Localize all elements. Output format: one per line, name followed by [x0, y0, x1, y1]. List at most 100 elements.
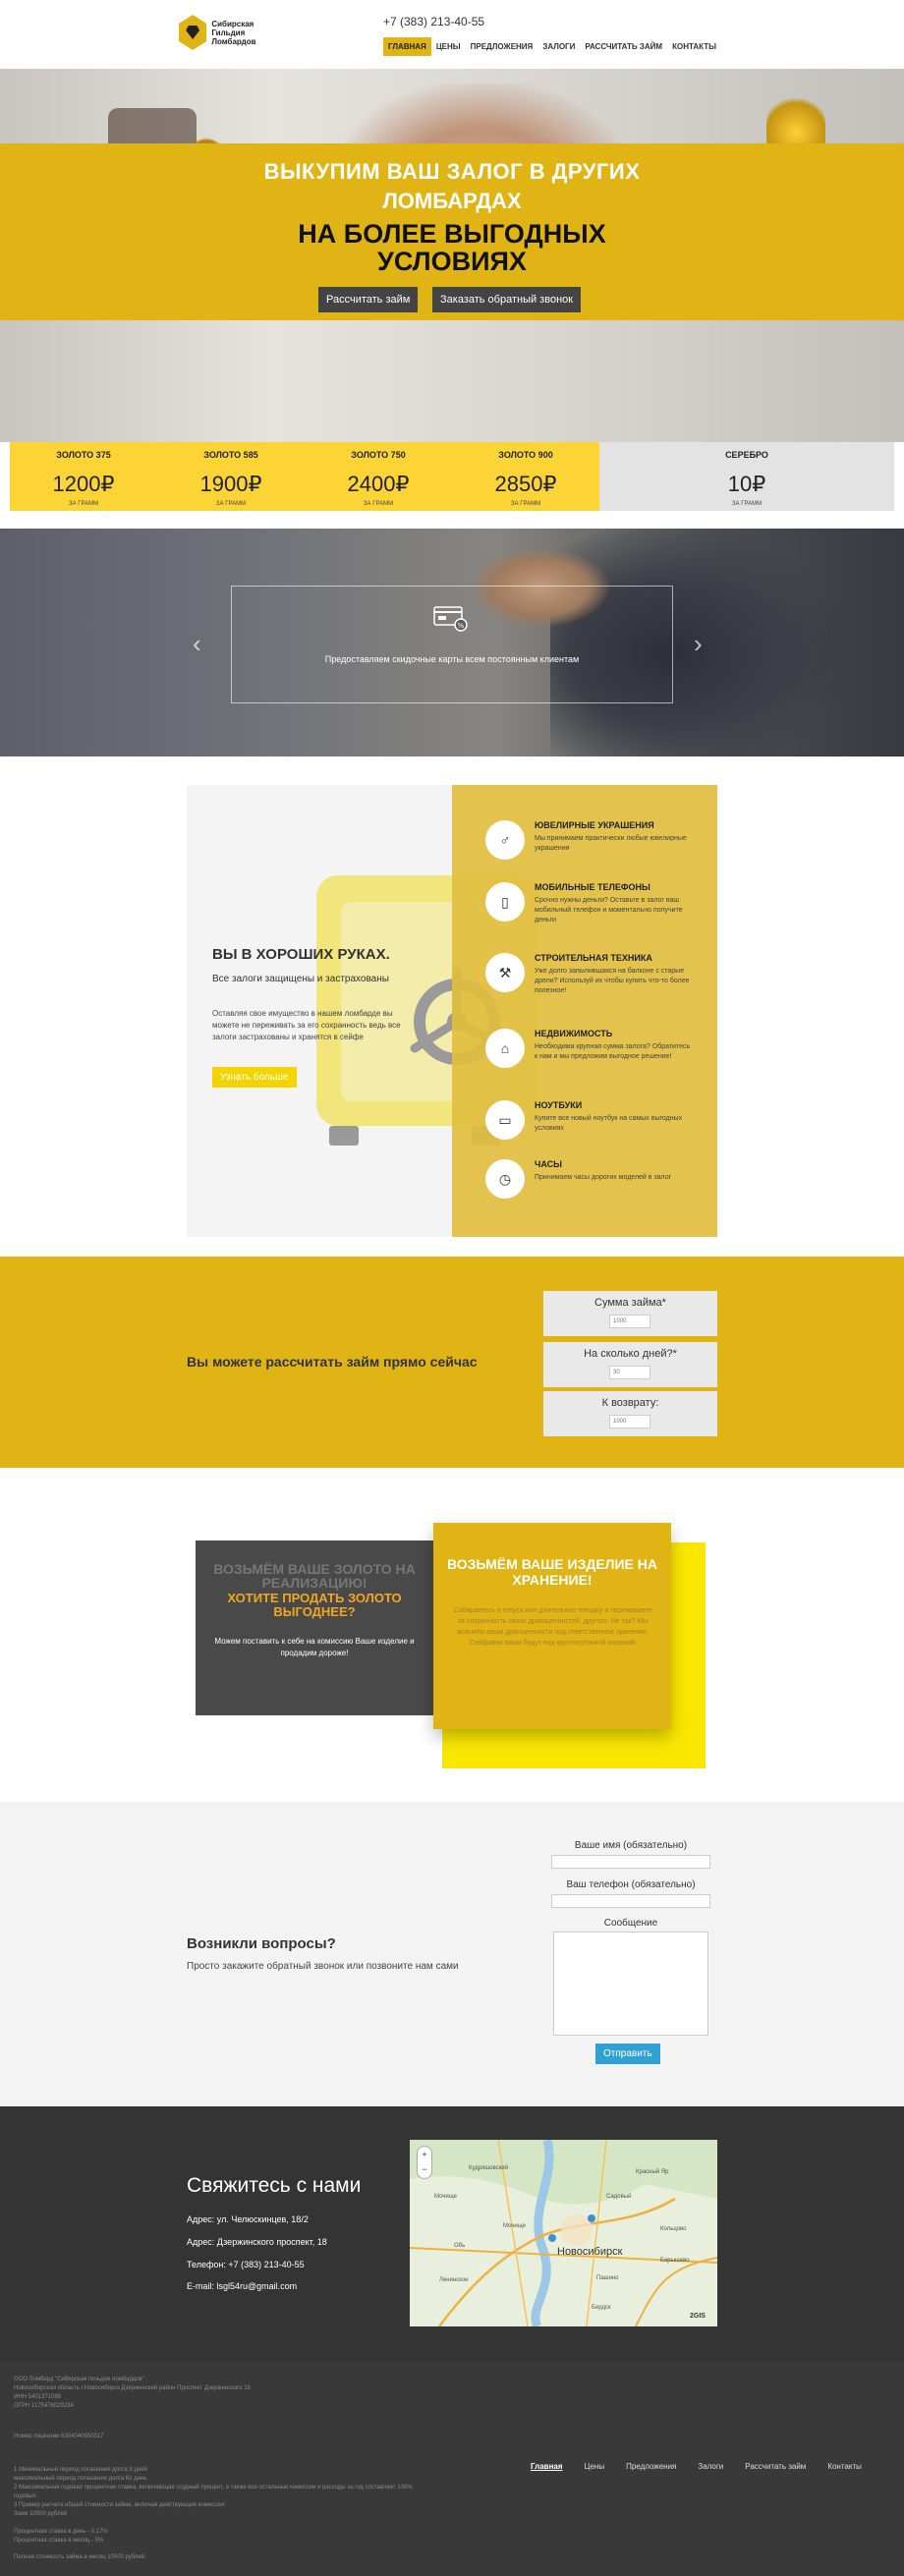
contact-phone[interactable]: Телефон: +7 (383) 213-40-55	[187, 2260, 305, 2269]
loan-amount-field: Сумма займа* 1000	[543, 1291, 717, 1336]
sell-gold-description: Можем поставить к себе на комиссию Ваше …	[214, 1637, 415, 1657]
hero-headline-line3: на более выгодных	[298, 219, 606, 249]
logo-text: Сибирская Гильдия Ломбардов	[211, 19, 256, 46]
price-cell: ЗОЛОТО 375 1200₽ ЗА ГРАММ	[10, 442, 157, 511]
feature-title: Часы	[535, 1159, 562, 1169]
name-label: Ваше имя (обязательно)	[574, 1840, 688, 1851]
footer-term: Заем 10000 рублей	[14, 2511, 68, 2517]
feature-title: Ноутбуки	[535, 1100, 583, 1110]
hero-headline-line2: ломбардах	[382, 189, 522, 213]
footer-term: Процентная ставка в день - 0,17%	[14, 2529, 108, 2535]
footer-nav-home[interactable]: Главная	[531, 2462, 563, 2471]
map-label: Бердск	[592, 2305, 611, 2311]
price-title: ЗОЛОТО 750	[351, 450, 406, 460]
footer-nav: Главная Цены Предложения Залоги Рассчита…	[531, 2462, 862, 2471]
footer-nav-offers[interactable]: Предложения	[626, 2462, 676, 2471]
contact-email[interactable]: E-mail: lsgl54ru@gmail.com	[187, 2281, 297, 2291]
feature-tools: ⚒ Строительная техника Уже долго запылив…	[485, 953, 711, 1004]
price-unit: ЗА ГРАММ	[363, 501, 394, 507]
logo-diamond-icon	[179, 15, 207, 50]
city-map[interactable]: Кудряшовский Красный Яр Мочище Садовый К…	[410, 2140, 717, 2326]
map-label: Мочище	[503, 2223, 526, 2229]
map-label: Обь	[454, 2243, 466, 2249]
feature-realty: ⌂ Недвижимость Необходима крупная сумма …	[485, 1029, 711, 1080]
phone-label: Ваш телефон (обязательно)	[566, 1879, 696, 1890]
price-cell: ЗОЛОТО 900 2850₽ ЗА ГРАММ	[452, 442, 599, 511]
safety-description: Оставляя свое имущество в нашем ломбарде…	[212, 1009, 401, 1041]
footer-nav-calculate[interactable]: Рассчитать займ	[745, 2462, 806, 2471]
price-cell: ЗОЛОТО 585 1900₽ ЗА ГРАММ	[157, 442, 305, 511]
price-value: 2400₽	[347, 472, 410, 496]
zoom-out-icon[interactable]: −	[418, 2162, 431, 2176]
feature-desc: Принимаем часы дорогих моделей в залог	[535, 1174, 672, 1181]
map-label: Барышево	[660, 2258, 690, 2264]
map-zoom-control[interactable]: + −	[417, 2146, 432, 2179]
name-input[interactable]	[551, 1855, 710, 1869]
price-cell-silver: СЕРЕБРО 10₽ ЗА ГРАММ	[599, 442, 894, 511]
jewelry-icon: ♂	[485, 820, 525, 860]
main-nav: Главная Цены Предложения Залоги Рассчита…	[383, 37, 721, 56]
feature-title: Строительная техника	[535, 953, 652, 963]
message-textarea[interactable]	[553, 1932, 708, 2036]
sell-gold-title: Возьмём ваше золото на реализацию!	[213, 1561, 416, 1591]
calculate-loan-button[interactable]: Рассчитать займ	[318, 287, 419, 312]
price-value: 1200₽	[52, 472, 115, 496]
price-value: 1900₽	[199, 472, 262, 496]
loan-days-input[interactable]: 30	[609, 1366, 650, 1379]
footer-company: ООО Ломбард "Сибирская гильдия ломбардов…	[14, 2377, 144, 2382]
slider-next-arrow-icon[interactable]: ›	[694, 629, 703, 659]
map-graphic	[410, 2140, 717, 2326]
map-label: Кудряшовский	[469, 2165, 508, 2171]
nav-item-contacts[interactable]: Контакты	[667, 37, 721, 56]
price-value: 10₽	[727, 472, 766, 496]
footer-nav-contacts[interactable]: Контакты	[827, 2462, 862, 2471]
phone-input[interactable]	[551, 1894, 710, 1908]
feature-phones: ▯ Мобильные телефоны Срочно нужны деньги…	[485, 882, 711, 933]
nav-item-calculate[interactable]: Рассчитать займ	[580, 37, 667, 56]
footer-term: Процентная ставка в месяц - 5%	[14, 2538, 104, 2544]
storage-description: Собираетесь в отпуск или длительное поез…	[453, 1607, 652, 1647]
nav-item-pledges[interactable]: Залоги	[537, 37, 580, 56]
feature-desc: Срочно нужны деньги? Оставьте в залог ва…	[535, 897, 683, 924]
price-value: 2850₽	[494, 472, 557, 496]
map-label: Садовый	[606, 2194, 632, 2200]
storage-title: Возьмём ваше изделие на хранение!	[446, 1556, 657, 1588]
site-header	[0, 0, 904, 69]
header-phone[interactable]: +7 (383) 213-40-55	[383, 15, 484, 28]
learn-more-button[interactable]: Узнать больше	[212, 1067, 297, 1088]
map-brand: 2GIS	[690, 2313, 706, 2320]
map-label: Мочище	[434, 2194, 457, 2200]
svg-text:%: %	[458, 622, 465, 630]
order-callback-button[interactable]: Заказать обратный звонок	[432, 287, 582, 312]
loan-amount-input[interactable]: 1000	[609, 1315, 650, 1328]
logo[interactable]: Сибирская Гильдия Ломбардов	[179, 12, 267, 53]
feature-jewelry: ♂ Ювелирные украшения Мы принимаем практ…	[485, 820, 711, 871]
map-label: Кольцово	[660, 2226, 687, 2232]
field-label: Сумма займа*	[594, 1297, 666, 1309]
message-label: Сообщение	[603, 1918, 658, 1929]
send-button[interactable]: Отправить	[595, 2044, 660, 2064]
sell-gold-question: Хотите продать золото выгоднее?	[227, 1591, 402, 1619]
slider-prev-arrow-icon[interactable]: ‹	[193, 629, 201, 659]
loan-days-field: На сколько дней?* 30	[543, 1342, 717, 1387]
zoom-in-icon[interactable]: +	[418, 2147, 431, 2162]
feature-desc: Мы принимаем практически любые ювелирные…	[535, 835, 687, 852]
address-2: Адрес: Дзержинского проспект, 18	[187, 2237, 327, 2247]
feature-desc: Уже долго запылившаяся на балконе с стар…	[535, 968, 690, 994]
map-label: Красный Яр	[636, 2169, 669, 2175]
price-title: СЕРЕБРО	[725, 450, 768, 460]
footer-nav-prices[interactable]: Цены	[585, 2462, 605, 2471]
footer-nav-pledges[interactable]: Залоги	[698, 2462, 723, 2471]
feature-title: Ювелирные украшения	[535, 820, 654, 830]
nav-item-home[interactable]: Главная	[383, 37, 431, 56]
nav-item-offers[interactable]: Предложения	[466, 37, 538, 56]
footer-inn: ИНН 5401371086	[14, 2394, 62, 2400]
feature-desc: Необходима крупная сумма залога? Обратит…	[535, 1043, 691, 1060]
slider-caption: Предоставляем скидочные карты всем посто…	[324, 654, 580, 664]
nav-item-prices[interactable]: Цены	[431, 37, 466, 56]
footer-term: 3 Пример расчета общей стоимости займа, …	[14, 2502, 226, 2508]
repay-amount-field: К возврату: 1000	[543, 1391, 717, 1436]
feature-laptops: ▭ Ноутбуки Купите все новый ноутбук на с…	[485, 1100, 711, 1151]
footer-term: Полная стоимость займа в месяц 10500 руб…	[14, 2554, 145, 2560]
price-table: ЗОЛОТО 375 1200₽ ЗА ГРАММ ЗОЛОТО 585 190…	[10, 442, 894, 511]
